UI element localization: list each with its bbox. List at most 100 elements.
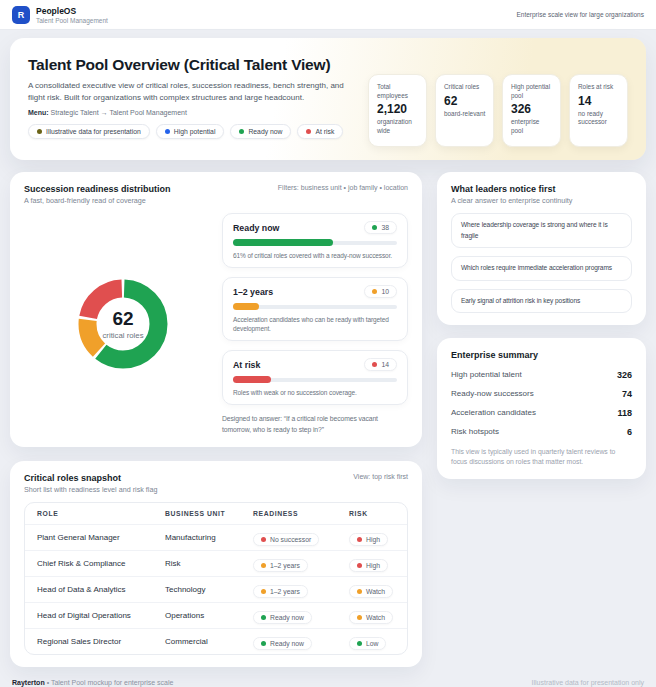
chip-ready-now[interactable]: Ready now <box>230 124 291 139</box>
status-dot-icon <box>357 563 362 568</box>
count-value: 10 <box>381 288 389 295</box>
readiness-item-at-risk: At risk 14 Roles with weak or no success… <box>222 350 408 405</box>
kpi-critical-roles: Critical roles 62 board-relevant <box>435 74 494 147</box>
cell-role: Head of Digital Operations <box>37 611 165 620</box>
table-row[interactable]: Plant General Manager Manufacturing No s… <box>25 524 407 550</box>
kpi-label: Roles at risk <box>578 83 619 92</box>
readiness-badge: 1–2 years <box>253 559 308 572</box>
chip-high-potential[interactable]: High potential <box>156 124 225 139</box>
risk-text: Watch <box>366 588 385 595</box>
col-business-unit: BUSINESS UNIT <box>165 510 253 517</box>
kpi-roles-at-risk: Roles at risk 14 no ready successor <box>569 74 628 147</box>
progress-bar <box>233 376 397 383</box>
snapshot-subtitle: Short list with readiness level and risk… <box>24 485 157 494</box>
risk-badge: High <box>349 559 388 572</box>
summary-value: 326 <box>617 370 632 380</box>
status-dot-icon <box>261 589 266 594</box>
breadcrumb: Menu: Strategic Talent → Talent Pool Man… <box>28 109 356 116</box>
kpi-value: 2,120 <box>377 102 418 116</box>
summary-label: Acceleration candidates <box>451 408 536 417</box>
status-dot-icon <box>357 641 362 646</box>
page-title: Talent Pool Overview (Critical Talent Vi… <box>28 56 356 74</box>
risk-text: Low <box>366 640 378 647</box>
view-note[interactable]: View: top risk first <box>353 473 408 480</box>
summary-value: 118 <box>617 408 632 418</box>
count-value: 38 <box>381 224 389 231</box>
kpi-sub: enterprise pool <box>511 118 552 135</box>
summary-note: This view is typically used in quarterly… <box>451 447 632 467</box>
readiness-item-ready-now: Ready now 38 61% of critical roles cover… <box>222 213 408 268</box>
summary-row: Ready-now successors 74 <box>451 384 632 403</box>
olive-dot-icon <box>37 129 42 134</box>
chip-label: At risk <box>315 128 334 135</box>
kpi-label: High potential pool <box>511 83 552 100</box>
readiness-badge: No successor <box>253 533 319 546</box>
chip-at-risk[interactable]: At risk <box>297 124 343 139</box>
progress-bar <box>233 303 397 310</box>
readiness-badge: Ready now <box>253 611 312 624</box>
summary-row: High potential talent 326 <box>451 365 632 384</box>
readiness-text: 1–2 years <box>270 588 300 595</box>
critical-roles-card: Critical roles snapshot Short list with … <box>10 461 422 667</box>
readiness-badge: 1–2 years <box>253 585 308 598</box>
table-row[interactable]: Regional Sales Director Commercial Ready… <box>25 628 407 654</box>
readiness-label: 1–2 years <box>233 287 273 297</box>
readiness-item-1-2-years: 1–2 years 10 Acceleration candidates who… <box>222 277 408 341</box>
succession-note: Designed to answer: “If a critical role … <box>222 414 408 434</box>
kpi-value: 62 <box>444 94 485 108</box>
cell-role: Plant General Manager <box>37 533 165 542</box>
enterprise-summary-card: Enterprise summary High potential talent… <box>437 338 646 479</box>
table-row[interactable]: Chief Risk & Compliance Risk 1–2 years H… <box>25 550 407 576</box>
readiness-label: Ready now <box>233 223 279 233</box>
kpi-cards: Total employees 2,120 organization wide … <box>368 52 628 148</box>
red-dot-icon <box>306 129 311 134</box>
readiness-desc: Acceleration candidates who can be ready… <box>233 315 397 333</box>
cell-role: Head of Data & Analytics <box>37 585 165 594</box>
app-subtitle: Talent Pool Management <box>36 17 108 24</box>
breadcrumb-path: Strategic Talent → Talent Pool Managemen… <box>51 109 187 116</box>
cell-unit: Manufacturing <box>165 533 253 542</box>
summary-row: Acceleration candidates 118 <box>451 403 632 422</box>
status-dot-icon <box>261 615 266 620</box>
succession-card: Succession readiness distribution A fast… <box>10 172 422 447</box>
status-dot-icon <box>261 641 266 646</box>
header-note: Enterprise scale view for large organiza… <box>516 11 644 18</box>
risk-badge: Watch <box>349 585 393 598</box>
leaders-title: What leaders notice first <box>451 184 632 194</box>
chip-illustrative[interactable]: Illustrative data for presentation <box>28 124 150 139</box>
filters-note[interactable]: Filters: business unit • job family • lo… <box>278 184 408 191</box>
status-dot-icon <box>357 589 362 594</box>
leaders-item: Where leadership coverage is strong and … <box>451 213 632 248</box>
cell-unit: Operations <box>165 611 253 620</box>
kpi-sub: no ready successor <box>578 110 619 127</box>
green-dot-icon <box>372 225 377 230</box>
col-risk: RISK <box>349 510 395 517</box>
readiness-text: No successor <box>270 536 311 543</box>
summary-label: Risk hotspots <box>451 427 499 436</box>
risk-badge: High <box>349 533 388 546</box>
donut-chart: 62 critical roles <box>24 269 222 379</box>
table-row[interactable]: Head of Digital Operations Operations Re… <box>25 602 407 628</box>
col-readiness: READINESS <box>253 510 349 517</box>
readiness-desc: Roles with weak or no succession coverag… <box>233 388 397 397</box>
footer-left: Rayterton • Talent Pool mockup for enter… <box>12 679 173 686</box>
legend-chips: Illustrative data for presentation High … <box>28 124 356 139</box>
cell-unit: Commercial <box>165 637 253 646</box>
chip-label: High potential <box>174 128 216 135</box>
readiness-text: Ready now <box>270 640 304 647</box>
risk-text: High <box>366 536 380 543</box>
hero-card: Talent Pool Overview (Critical Talent Vi… <box>10 38 646 160</box>
chip-label: Illustrative data for presentation <box>46 128 141 135</box>
risk-badge: Watch <box>349 611 393 624</box>
leaders-subtitle: A clear answer to enterprise continuity <box>451 196 632 205</box>
chip-label: Ready now <box>248 128 282 135</box>
table-row[interactable]: Head of Data & Analytics Technology 1–2 … <box>25 576 407 602</box>
footer-note: • Talent Pool mockup for enterprise scal… <box>45 679 174 686</box>
status-dot-icon <box>357 537 362 542</box>
roles-table: ROLE BUSINESS UNIT READINESS RISK Plant … <box>24 502 408 655</box>
kpi-label: Total employees <box>377 83 418 100</box>
summary-value: 74 <box>622 389 632 399</box>
table-header: ROLE BUSINESS UNIT READINESS RISK <box>25 503 407 524</box>
progress-bar <box>233 239 397 246</box>
donut-center-value: 62 <box>112 308 133 330</box>
